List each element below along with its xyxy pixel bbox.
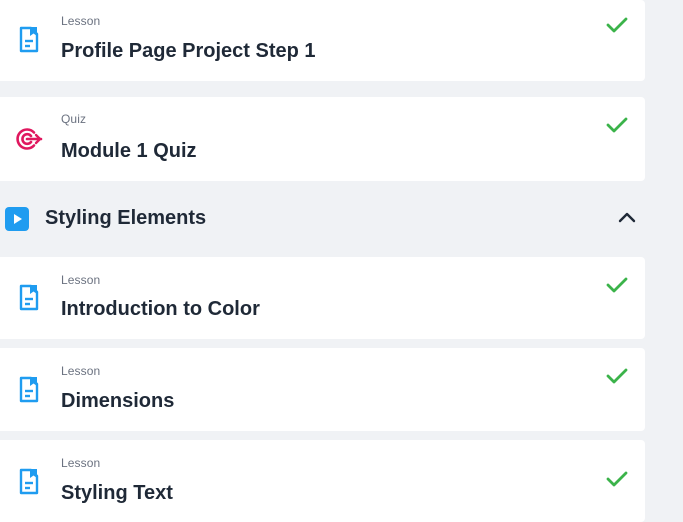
play-icon	[5, 207, 29, 231]
check-icon	[606, 116, 628, 139]
check-icon	[606, 367, 628, 390]
item-title: Styling Text	[61, 482, 173, 504]
check-icon	[606, 470, 628, 493]
section-title: Styling Elements	[45, 207, 207, 229]
chevron-up-icon[interactable]	[617, 210, 637, 229]
lesson-card[interactable]: Lesson Styling Text	[0, 440, 645, 522]
item-title: Dimensions	[61, 390, 175, 412]
check-icon	[606, 276, 628, 299]
check-icon	[606, 16, 628, 39]
lesson-card[interactable]: Lesson Profile Page Project Step 1	[0, 0, 645, 81]
lesson-card[interactable]: Lesson Dimensions	[0, 348, 645, 431]
document-icon	[17, 468, 41, 501]
quiz-card[interactable]: Quiz Module 1 Quiz	[0, 97, 645, 181]
lesson-card[interactable]: Lesson Introduction to Color	[0, 257, 645, 339]
document-icon	[17, 376, 41, 409]
item-kind-label: Lesson	[61, 456, 101, 470]
document-icon	[17, 26, 41, 59]
item-title: Module 1 Quiz	[61, 140, 197, 162]
section-header[interactable]: Styling Elements	[0, 189, 645, 249]
item-kind-label: Quiz	[61, 112, 87, 126]
target-icon	[15, 126, 43, 157]
item-kind-label: Lesson	[61, 14, 101, 28]
item-kind-label: Lesson	[61, 273, 101, 287]
document-icon	[17, 284, 41, 317]
item-title: Introduction to Color	[61, 298, 260, 320]
item-kind-label: Lesson	[61, 364, 101, 378]
item-title: Profile Page Project Step 1	[61, 40, 316, 62]
